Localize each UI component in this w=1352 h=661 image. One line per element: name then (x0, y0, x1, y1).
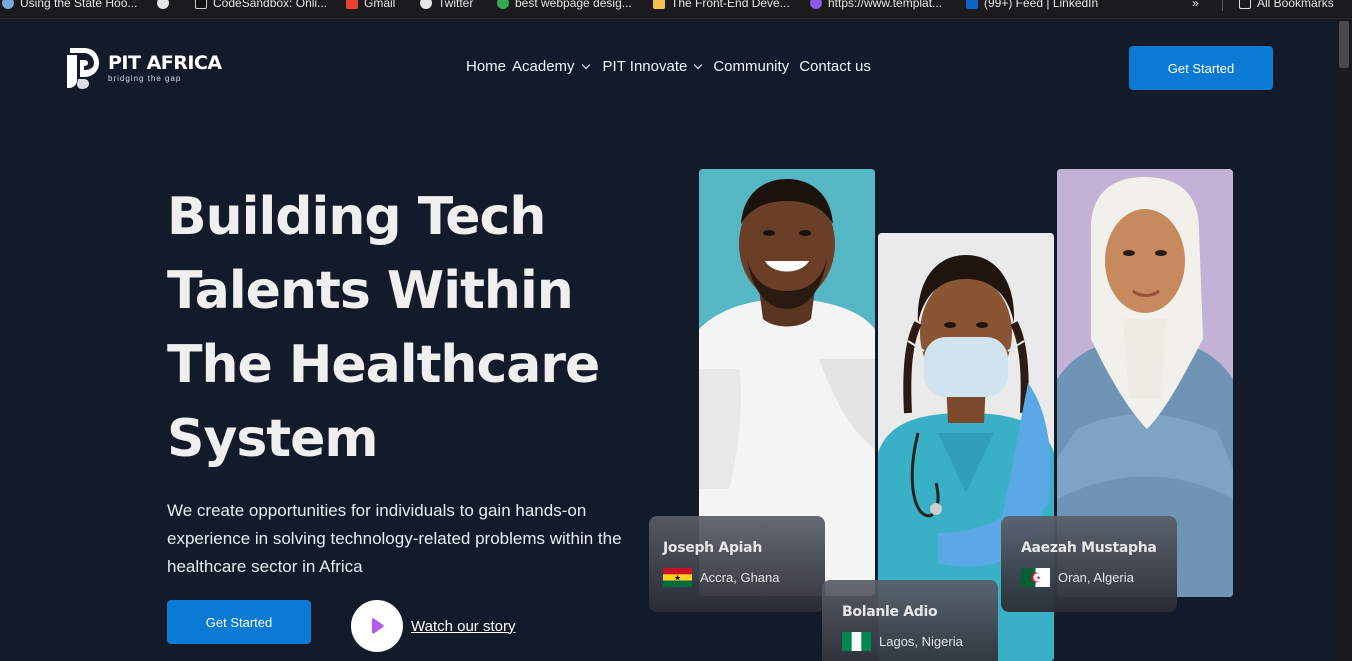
brand-name: PIT AFRICA (108, 51, 222, 74)
nav-community[interactable]: Community (713, 58, 789, 75)
github-icon (157, 0, 169, 9)
linkedin-icon (966, 0, 978, 9)
brand-logo[interactable]: PIT AFRICA bridging the gap (66, 46, 222, 90)
page-scrollbar[interactable] (1336, 19, 1352, 661)
main-nav: Home Academy PIT Innovate Community Cont… (466, 58, 871, 75)
folder-icon (1239, 0, 1251, 9)
hero-title-line: Building Tech (167, 187, 546, 247)
person-location: Oran, Algeria (1058, 570, 1134, 585)
person-name: Bolanle Adio (842, 604, 938, 620)
chevron-down-icon (694, 60, 703, 70)
hero-title: Building Tech Talents Within The Healthc… (167, 180, 637, 476)
template-icon (810, 0, 822, 9)
nav-home[interactable]: Home (466, 58, 506, 75)
nav-academy[interactable]: Academy (512, 58, 590, 75)
chrome-icon (497, 0, 509, 9)
watch-our-story-label: Watch our story (411, 617, 516, 635)
bookmark-using-state[interactable]: Using the State Hoo... (2, 0, 137, 12)
person-location: Accra, Ghana (700, 570, 780, 585)
hero-title-line: Talents Within (167, 261, 574, 321)
pit-africa-logo-icon (66, 46, 100, 90)
algeria-flag-icon (1021, 568, 1050, 587)
bookmark-gmail[interactable]: Gmail (346, 0, 395, 12)
all-bookmarks-button[interactable]: All Bookmarks (1239, 0, 1334, 12)
bookmarks-divider (1222, 0, 1223, 11)
nav-contact-us[interactable]: Contact us (799, 58, 871, 75)
hero-description: We create opportunities for individuals … (167, 501, 622, 576)
bookmark-front-end[interactable]: The Front-End Deve... (653, 0, 790, 12)
ghana-flag-icon (663, 568, 692, 587)
header-get-started-button[interactable]: Get Started (1129, 46, 1273, 90)
play-icon (372, 618, 384, 634)
hero-title-line: The Healthcare (167, 335, 600, 395)
nigeria-flag-icon (842, 632, 871, 651)
chevron-down-icon (581, 60, 590, 70)
x-icon (420, 0, 432, 9)
nav-pit-innovate[interactable]: PIT Innovate (603, 58, 703, 75)
watch-our-story-link[interactable]: Watch our story (351, 600, 515, 652)
brand-tagline: bridging the gap (108, 73, 182, 83)
bookmark-codesandbox[interactable]: CodeSandbox: Onli... (195, 0, 327, 12)
scrollbar-thumb[interactable] (1339, 21, 1349, 68)
person-name: Aaezah Mustapha (1021, 540, 1157, 556)
gmail-icon (346, 0, 358, 9)
person-card-aaezah: Aaezah Mustapha Oran, Algeria (1001, 516, 1177, 612)
globe-icon (2, 0, 14, 9)
person-card-bolanle: Bolanle Adio Lagos, Nigeria (822, 580, 998, 661)
bookmark-linkedin[interactable]: (99+) Feed | LinkedIn (966, 0, 1098, 12)
hero-title-line: System (167, 409, 379, 469)
bookmark-template[interactable]: https://www.templat... (810, 0, 942, 12)
bookmark-github[interactable] (157, 0, 169, 12)
bookmark-twitter[interactable]: Twitter (420, 0, 473, 12)
bookmarks-bar: Using the State Hoo... CodeSandbox: Onli… (0, 0, 1352, 19)
person-card-joseph: Joseph Apiah Accra, Ghana (649, 516, 825, 612)
hero-get-started-button[interactable]: Get Started (167, 600, 311, 644)
codesandbox-icon (195, 0, 207, 9)
bookmark-page-icon (653, 0, 665, 9)
person-location: Lagos, Nigeria (879, 634, 963, 649)
bookmarks-overflow-button[interactable]: » (1192, 0, 1199, 12)
bookmark-best-webpage[interactable]: best webpage desig... (497, 0, 632, 12)
person-name: Joseph Apiah (663, 540, 762, 556)
play-button[interactable] (351, 600, 403, 652)
